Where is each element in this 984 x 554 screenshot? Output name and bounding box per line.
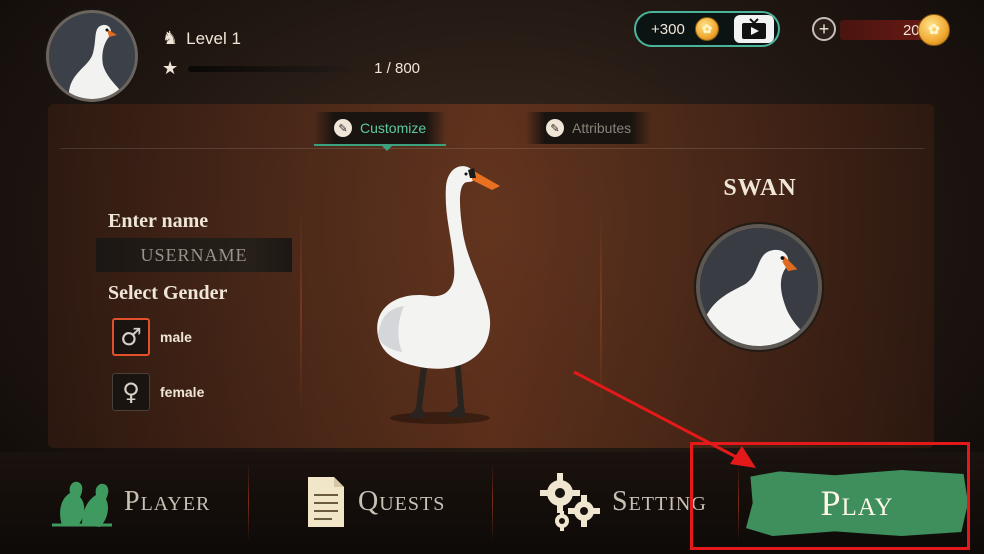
gears-icon [540,473,600,531]
swan-portrait-icon [700,228,818,346]
active-tab-indicator [382,146,392,151]
nav-player-label: Player [124,486,211,517]
nav-separator [248,462,249,542]
nav-quests-label: Quests [358,486,446,517]
enter-name-label: Enter name [108,210,209,232]
tab-label: Attributes [572,120,632,136]
coin-icon: ✿ [918,14,950,46]
reward-amount: +300 [651,20,685,38]
tv-play-icon[interactable] [734,15,774,43]
username-input[interactable] [96,238,292,272]
male-icon[interactable]: ♂ [112,318,150,356]
add-coins-button[interactable]: + [812,17,836,41]
tab-label: Customize [360,120,427,136]
swan-model [377,166,500,424]
brush-icon: ✎ [546,119,564,137]
xp-progress-bar [188,65,359,72]
nav-separator [492,462,493,542]
level-label: Level 1 [186,28,241,48]
swan-portrait-icon [49,13,135,99]
gender-option-female[interactable]: ♀ female [112,373,204,411]
nav-player[interactable]: Player [52,462,210,542]
species-title: SWAN [723,175,797,201]
xp-row: ★ 1 / 800 [162,58,420,79]
document-icon [308,477,344,527]
female-icon[interactable]: ♀ [112,373,150,411]
tab-attributes[interactable]: ✎ Attributes [526,112,652,144]
brush-icon: ✎ [334,119,352,137]
gender-label: female [160,384,205,400]
tab-divider [60,148,924,149]
arrow-icon [573,370,756,468]
nav-setting[interactable]: Setting [538,462,707,542]
level-row: ♞ Level 1 [162,28,241,49]
gender-label: male [160,329,192,345]
coin-balance: + 200 ✿ [812,14,952,46]
nav-quests[interactable]: Quests [306,462,445,542]
watch-ad-reward[interactable]: +300 ✿ [634,11,780,47]
chess-knight-icon: ♞ [162,28,179,49]
column-divider [300,206,302,412]
tab-customize[interactable]: ✎ Customize [314,112,447,146]
xp-text: 1 / 800 [374,60,421,77]
coin-icon: ✿ [695,17,719,41]
player-avatar[interactable] [46,10,138,102]
select-gender-label: Select Gender [108,282,228,304]
birds-icon [52,481,112,527]
star-icon: ★ [162,58,179,79]
species-portrait [696,224,822,350]
gender-option-male[interactable]: ♂ male [112,318,192,356]
